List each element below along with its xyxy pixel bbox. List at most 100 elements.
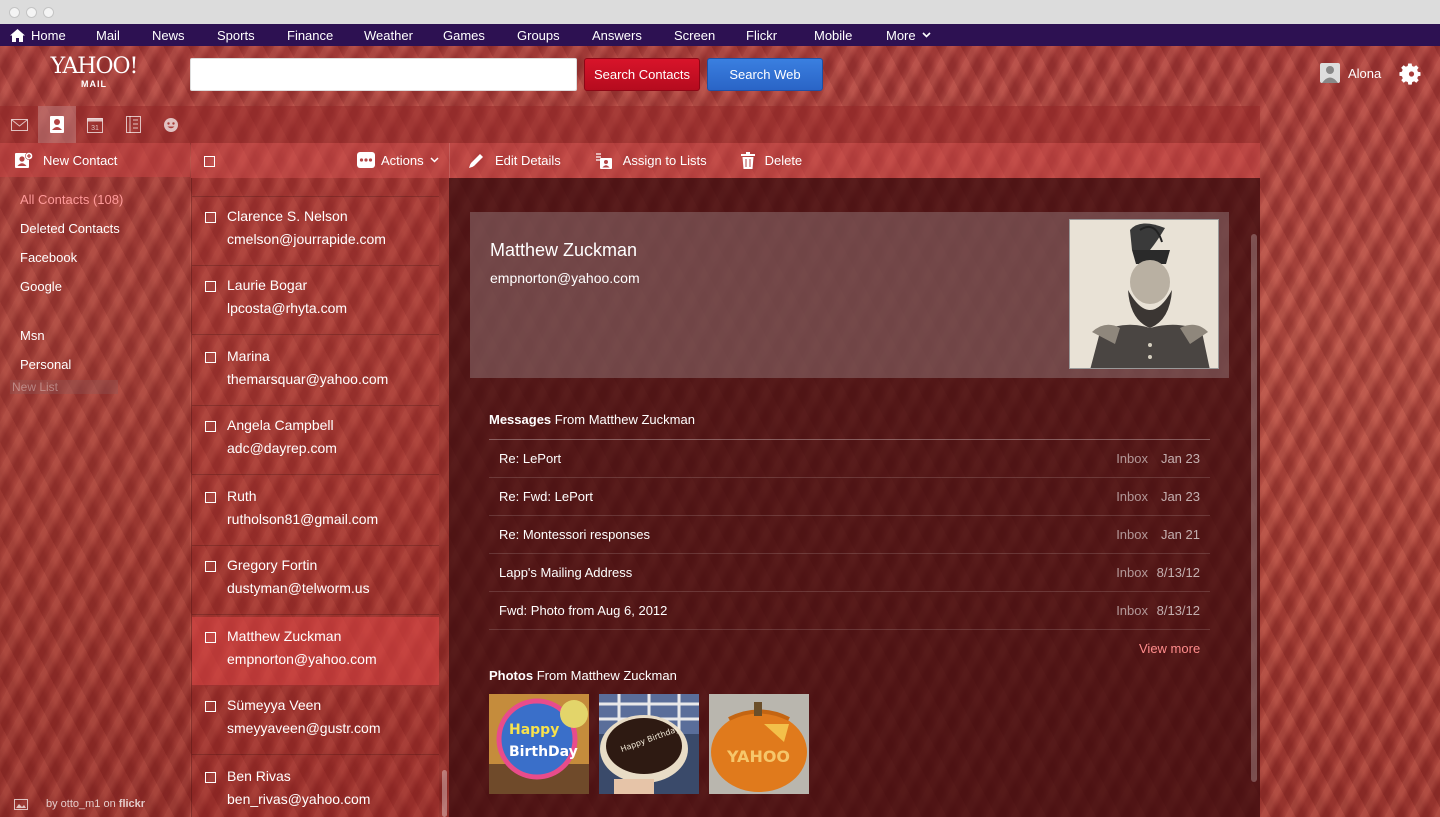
mail-app-tab[interactable] — [0, 106, 38, 143]
delete-button[interactable]: Delete — [740, 152, 803, 169]
detail-scrollbar[interactable] — [1251, 234, 1257, 782]
message-row[interactable]: Re: Montessori responses Inbox Jan 21 — [489, 516, 1210, 554]
messenger-icon — [164, 117, 178, 132]
yahoo-mail-logo[interactable]: YAHOO! MAIL — [48, 55, 140, 90]
contact-row[interactable]: Gregory Fortin dustyman@telworm.us — [192, 546, 439, 615]
contact-checkbox[interactable] — [205, 281, 216, 292]
window-titlebar — [0, 0, 1440, 24]
photo-credit[interactable]: by otto_m1 on flickr — [14, 798, 145, 810]
contact-checkbox[interactable] — [205, 421, 216, 432]
nav-more[interactable]: More — [886, 28, 931, 43]
nav-games[interactable]: Games — [443, 28, 517, 43]
contact-checkbox[interactable] — [205, 352, 216, 363]
nav-finance[interactable]: Finance — [287, 28, 364, 43]
nav-weather[interactable]: Weather — [364, 28, 443, 43]
sidebar-item-deleted-contacts[interactable]: Deleted Contacts — [0, 214, 190, 243]
contact-checkbox[interactable] — [205, 772, 216, 783]
close-window-button[interactable] — [9, 7, 20, 18]
birthday-balloon-photo[interactable]: Happy BirthDay — [489, 694, 589, 794]
message-row[interactable]: Re: Fwd: LePort Inbox Jan 23 — [489, 478, 1210, 516]
avatar — [1320, 63, 1340, 83]
contact-row[interactable]: Marina themarsquar@yahoo.com — [192, 337, 439, 406]
search-contacts-button[interactable]: Search Contacts — [584, 58, 700, 91]
sidebar-item-all-contacts[interactable]: All Contacts (108) — [0, 185, 190, 214]
add-contact-icon — [15, 151, 33, 168]
actions-dropdown[interactable]: Actions — [357, 152, 439, 168]
sidebar-item-msn[interactable]: Msn — [0, 321, 190, 350]
message-row[interactable]: Re: LePort Inbox Jan 23 — [489, 440, 1210, 478]
contact-checkbox[interactable] — [205, 632, 216, 643]
message-folder: Inbox — [1116, 489, 1148, 504]
contact-checkbox[interactable] — [205, 561, 216, 572]
nav-screen[interactable]: Screen — [674, 28, 746, 43]
table-row[interactable] — [192, 178, 439, 197]
contact-row-selected[interactable]: Matthew Zuckman empnorton@yahoo.com — [192, 617, 439, 686]
photos-heading: Photos From Matthew Zuckman — [489, 668, 677, 683]
contact-row[interactable]: Clarence S. Nelson cmelson@jourrapide.co… — [192, 197, 439, 266]
contact-email: ben_rivas@yahoo.com — [227, 791, 371, 807]
contact-email: lpcosta@rhyta.com — [227, 300, 348, 316]
edit-details-button[interactable]: Edit Details — [468, 152, 561, 169]
nav-mail[interactable]: Mail — [96, 28, 152, 43]
search-web-button[interactable]: Search Web — [707, 58, 823, 91]
contact-checkbox[interactable] — [205, 212, 216, 223]
contacts-app-tab[interactable] — [38, 106, 76, 143]
contact-row[interactable]: Sümeyya Veen smeyyaveen@gustr.com — [192, 686, 439, 755]
nav-mobile[interactable]: Mobile — [814, 28, 886, 43]
yahoo-pumpkin-photo[interactable]: YAHOO — [709, 694, 809, 794]
contact-list-scroll-thumb[interactable] — [442, 770, 447, 817]
minimize-window-button[interactable] — [26, 7, 37, 18]
contact-row[interactable]: Ruth rutholson81@gmail.com — [192, 477, 439, 546]
notepad-app-tab[interactable] — [114, 106, 152, 143]
nav-groups-label: Groups — [517, 27, 560, 43]
message-row[interactable]: Fwd: Photo from Aug 6, 2012 Inbox 8/13/1… — [489, 592, 1210, 630]
more-dots-icon — [357, 152, 375, 168]
contact-list: Clarence S. Nelson cmelson@jourrapide.co… — [191, 178, 449, 817]
birthday-cake-photo[interactable]: Happy Birthday — [599, 694, 699, 794]
contact-checkbox[interactable] — [205, 701, 216, 712]
gear-icon[interactable] — [1398, 62, 1422, 86]
message-subject: Re: LePort — [499, 451, 562, 466]
user-menu[interactable]: Alona — [1320, 63, 1381, 83]
photo-credit-site: flickr — [118, 798, 146, 810]
contact-email: cmelson@jourrapide.com — [227, 231, 386, 247]
calendar-app-tab[interactable]: 31 — [76, 106, 114, 143]
message-folder: Inbox — [1116, 527, 1148, 542]
contact-checkbox[interactable] — [205, 492, 216, 503]
contact-row[interactable]: Laurie Bogar lpcosta@rhyta.com — [192, 266, 439, 335]
nav-flickr[interactable]: Flickr — [746, 28, 814, 43]
nav-sports[interactable]: Sports — [217, 28, 287, 43]
select-all-checkbox[interactable] — [204, 156, 215, 167]
chevron-down-icon — [922, 32, 931, 38]
contact-row[interactable]: Ben Rivas ben_rivas@yahoo.com — [192, 757, 439, 817]
contact-detail-email[interactable]: empnorton@yahoo.com — [490, 270, 640, 286]
nav-home[interactable]: Home — [10, 28, 96, 43]
contact-email: rutholson81@gmail.com — [227, 511, 379, 527]
sidebar-item-facebook[interactable]: Facebook — [0, 243, 190, 272]
message-list: Re: LePort Inbox Jan 23 Re: Fwd: LePort … — [489, 439, 1210, 630]
nav-news-label: News — [152, 27, 185, 43]
message-row[interactable]: Lapp's Mailing Address Inbox 8/13/12 — [489, 554, 1210, 592]
contact-list-scrollbar[interactable] — [439, 178, 449, 817]
message-date: Jan 23 — [1160, 489, 1200, 504]
logo-sub: MAIL — [81, 79, 107, 89]
view-more-link[interactable]: View more — [1139, 641, 1200, 656]
contact-name: Sümeyya Veen — [227, 697, 322, 713]
nav-answers-label: Answers — [592, 27, 642, 43]
zoom-window-button[interactable] — [43, 7, 54, 18]
sidebar-item-personal[interactable]: Personal — [0, 350, 190, 379]
messages-from-label: From Matthew Zuckman — [554, 412, 695, 427]
new-contact-button[interactable]: New Contact — [0, 143, 190, 177]
search-input[interactable] — [190, 58, 577, 91]
nav-groups[interactable]: Groups — [517, 28, 592, 43]
nav-answers[interactable]: Answers — [592, 28, 674, 43]
contact-detail-name: Matthew Zuckman — [490, 240, 638, 260]
delete-label: Delete — [764, 153, 803, 168]
sidebar-item-google[interactable]: Google — [0, 272, 190, 301]
contact-row[interactable]: Angela Campbell adc@dayrep.com — [192, 406, 439, 475]
message-folder: Inbox — [1116, 565, 1148, 580]
assign-to-lists-button[interactable]: Assign to Lists — [595, 152, 707, 170]
nav-news[interactable]: News — [152, 28, 217, 43]
messenger-app-tab[interactable] — [152, 106, 190, 143]
new-list-input[interactable]: New List — [10, 380, 118, 394]
